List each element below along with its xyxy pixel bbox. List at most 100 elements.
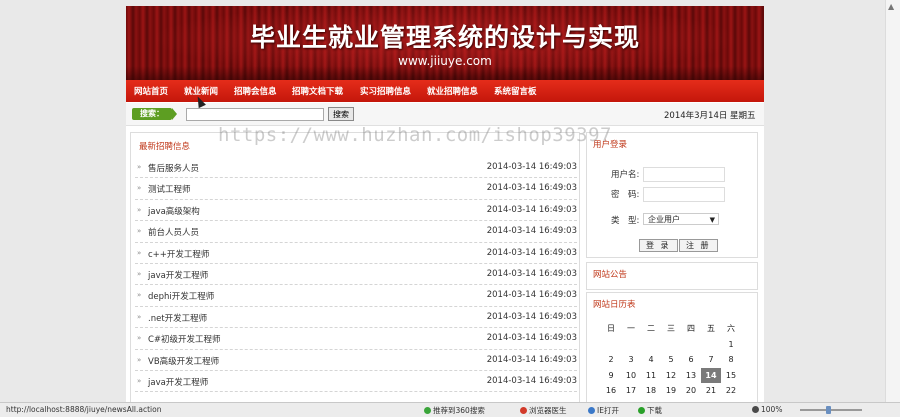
nav-item-job-fair[interactable]: 招聘会信息 [234,85,277,97]
job-row[interactable]: » C#初级开发工程师 2014-03-14 16:49:03 [135,328,577,350]
notice-title: 网站公告 [593,270,628,280]
username-field[interactable] [643,167,725,182]
job-title[interactable]: VB高级开发工程师 [148,355,219,367]
job-row[interactable]: » java开发工程师 2014-03-14 16:49:03 [135,264,577,286]
jobs-panel: 最新招聘信息 » 售后服务人员 2014-03-14 16:49:03 » 测试工程师 2… [130,132,580,402]
recommend-search[interactable]: 推荐到360搜索 [424,405,485,416]
job-row[interactable]: » java高级架构 2014-03-14 16:49:03 [135,200,577,222]
calendar-day[interactable]: 20 [681,383,701,399]
job-time: 2014-03-14 16:49:03 [486,162,577,172]
site-title: 毕业生就业管理系统的设计与实现 [249,23,640,52]
job-title[interactable]: C#初级开发工程师 [148,333,221,345]
job-row[interactable]: » 测试工程师 2014-03-14 16:49:03 [135,178,577,200]
zoom-level[interactable]: 100% [752,405,782,414]
calendar-day[interactable]: 8 [721,352,741,368]
calendar-day[interactable]: 3 [621,352,641,368]
job-title[interactable]: java高级架构 [148,205,200,217]
calendar-day [621,337,641,353]
bullet-icon: » [137,227,142,236]
calendar-day[interactable]: 13 [681,368,701,384]
job-title[interactable]: .net开发工程师 [148,312,207,324]
calendar-day[interactable]: 19 [661,383,681,399]
job-row[interactable]: » VB高级开发工程师 2014-03-14 16:49:03 [135,350,577,371]
calendar-weekday: 六 [727,324,735,334]
download[interactable]: 下载 [638,405,662,416]
job-title[interactable]: 售后服务人员 [148,162,199,174]
calendar-day [661,337,681,353]
search-icon [424,407,431,414]
bullet-icon: » [137,376,142,385]
job-row[interactable]: » 前台人员人员 2014-03-14 16:49:03 [135,221,577,243]
job-row[interactable]: » 售后服务人员 2014-03-14 16:49:03 [135,157,577,179]
user-type-select[interactable]: 企业用户 ▼ [643,213,719,225]
job-time: 2014-03-14 16:49:03 [486,354,577,365]
type-label: 类 型: [611,216,640,226]
calendar-day[interactable]: 6 [681,352,701,368]
job-row[interactable]: » java开发工程师 2014-03-14 16:49:03 [135,371,577,393]
bullet-icon: » [137,205,142,214]
scroll-up-icon[interactable]: ▲ [888,2,894,12]
current-date: 2014年3月14日 星期五 [664,111,756,121]
calendar-day[interactable]: 21 [701,383,721,399]
job-row[interactable]: » c++开发工程师 2014-03-14 16:49:03 [135,243,577,264]
calendar-weekday: 五 [707,324,715,334]
calendar-day [681,337,701,353]
chevron-down-icon: ▼ [709,216,715,224]
nav-item-documents[interactable]: 招聘文档下载 [292,85,343,97]
ie-open[interactable]: IE打开 [588,405,619,416]
job-time: 2014-03-14 16:49:03 [486,183,577,194]
calendar-day[interactable]: 22 [721,383,741,399]
calendar-day[interactable]: 9 [601,368,621,384]
bullet-icon: » [137,163,142,171]
password-field[interactable] [643,187,725,202]
calendar-day[interactable]: 18 [641,383,661,399]
login-title: 用户登录 [593,140,628,150]
nav-item-internship[interactable]: 实习招聘信息 [360,85,411,97]
page: 毕业生就业管理系统的设计与实现 www.jiiuye.com 网站首页 就业新闻… [126,6,764,402]
job-time: 2014-03-14 16:49:03 [486,226,577,237]
zoom-slider-thumb[interactable] [826,406,831,414]
calendar-day[interactable]: 14 [701,367,721,383]
calendar-day [601,337,621,353]
site-url: www.jiiuye.com [398,54,492,68]
calendar-day[interactable]: 12 [661,368,681,384]
job-row[interactable]: » .net开发工程师 2014-03-14 16:49:03 [135,307,577,329]
job-title[interactable]: dephi开发工程师 [148,290,214,302]
job-time: 2014-03-14 16:49:03 [486,375,577,386]
job-row[interactable]: » dephi开发工程师 2014-03-14 16:49:03 [135,285,577,307]
zoom-slider-track[interactable] [800,409,862,411]
nav-item-employment[interactable]: 就业招聘信息 [427,85,478,97]
window-scrollbar[interactable]: ▲ [885,0,900,402]
search-input[interactable] [186,108,324,121]
calendar-day[interactable]: 11 [641,368,661,384]
bullet-icon: » [137,269,142,278]
nav-item-guestbook[interactable]: 系统留言板 [494,85,537,97]
calendar-day[interactable]: 16 [601,383,621,399]
register-button[interactable]: 注 册 [679,239,718,252]
bullet-icon: » [137,184,142,193]
bullet-icon: » [137,248,142,257]
job-title[interactable]: java开发工程师 [148,376,208,388]
job-time: 2014-03-14 16:49:03 [486,290,577,301]
calendar-day[interactable]: 2 [601,352,621,368]
site-banner: 毕业生就业管理系统的设计与实现 www.jiiuye.com [126,6,764,80]
nav-item-home[interactable]: 网站首页 [134,85,168,97]
job-time: 2014-03-14 16:49:03 [486,204,577,215]
calendar-day[interactable]: 7 [701,352,721,368]
zoom-icon [752,406,759,413]
calendar-day[interactable]: 17 [621,383,641,399]
calendar-day[interactable]: 1 [721,337,741,353]
calendar-day[interactable]: 10 [621,368,641,384]
user-type-value: 企业用户 [648,215,680,224]
calendar-day[interactable]: 15 [721,368,741,384]
job-title[interactable]: 测试工程师 [148,183,191,195]
job-title[interactable]: java开发工程师 [148,269,208,281]
calendar-day[interactable]: 5 [661,352,681,368]
calendar-day[interactable]: 4 [641,352,661,368]
ie-icon [588,407,595,414]
browser-doctor[interactable]: 浏览器医生 [520,405,567,416]
search-button[interactable]: 搜索 [328,107,354,121]
job-title[interactable]: 前台人员人员 [148,226,199,238]
login-button[interactable]: 登 录 [639,239,678,252]
job-title[interactable]: c++开发工程师 [148,248,209,260]
